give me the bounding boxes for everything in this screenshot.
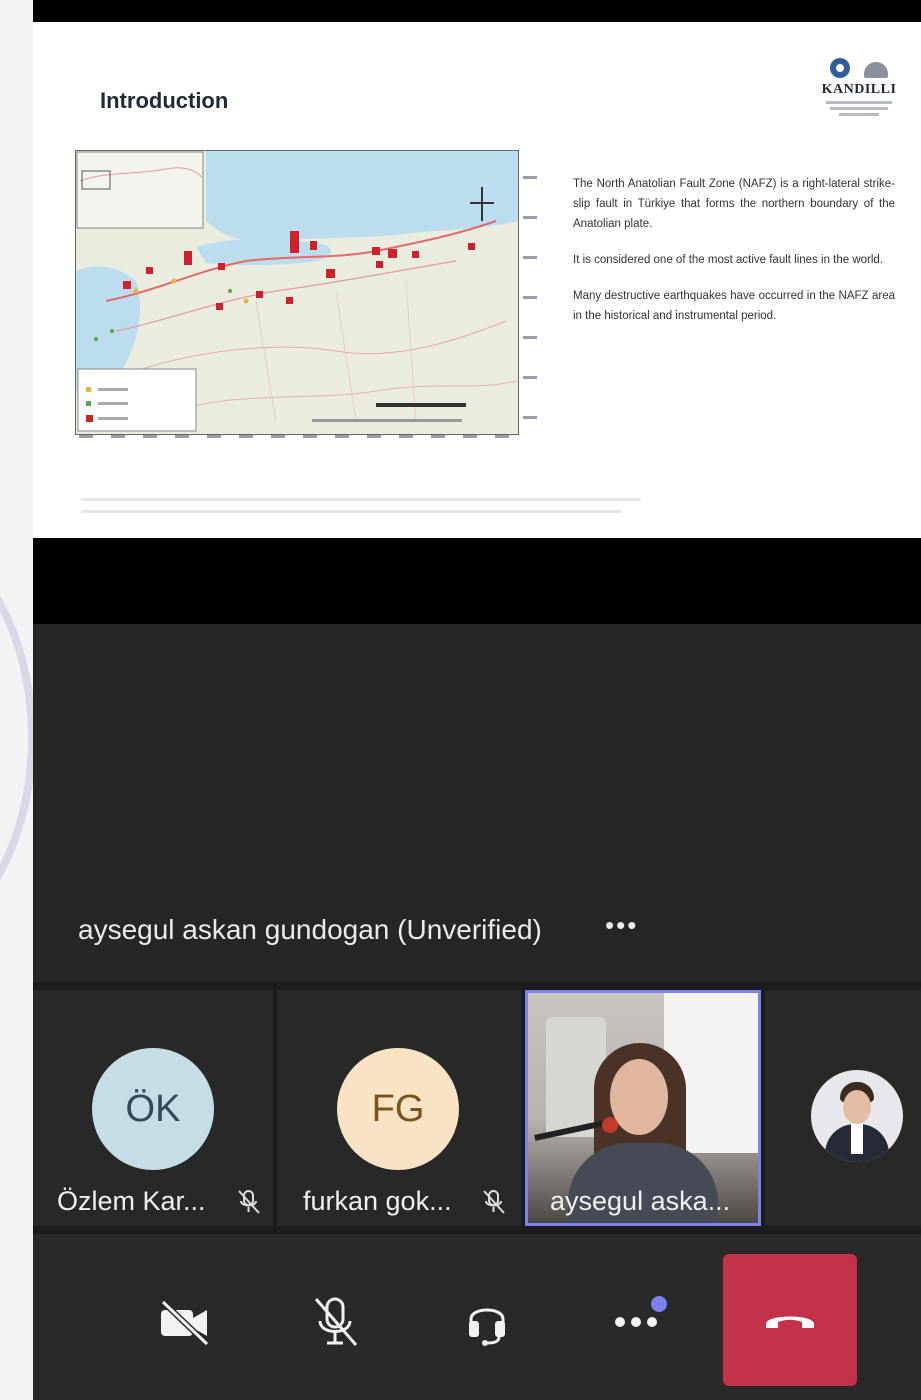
participant-name: aysegul aska... (550, 1186, 731, 1216)
logo-text: KANDILLI (821, 82, 897, 97)
logo-emblem-icon (830, 58, 850, 78)
headset-icon (469, 1308, 505, 1346)
participant-tile[interactable]: ÖK Özlem Kar... (33, 990, 273, 1226)
participant-name: Özlem Kar... (57, 1186, 206, 1216)
participant-tile[interactable]: FG furkan gok... (277, 990, 521, 1226)
slide-paragraph: The North Anatolian Fault Zone (NAFZ) is… (573, 178, 895, 230)
participant-avatar: ÖK (92, 1048, 214, 1170)
participant-name: furkan gok... (303, 1186, 452, 1216)
audio-device-button[interactable] (457, 1292, 517, 1352)
slide-paragraph: It is considered one of the most active … (573, 254, 884, 266)
shared-slide: Introduction KANDILLI The North Anatolia… (33, 22, 921, 538)
camera-off-icon (160, 1299, 210, 1346)
mic-off-icon (314, 1297, 358, 1346)
map-longitude-ticks (79, 435, 519, 443)
participant-avatar: FG (337, 1048, 459, 1170)
mic-muted-icon (483, 1190, 505, 1214)
hang-up-icon (766, 1316, 814, 1328)
fault-zone-map (75, 150, 519, 435)
left-margin (0, 0, 33, 1400)
map-latitude-ticks (523, 172, 549, 442)
kandilli-logo: KANDILLI (813, 58, 905, 166)
more-actions-button[interactable] (607, 1292, 667, 1352)
letterbox-band (33, 538, 921, 624)
teams-meeting-window: Introduction KANDILLI The North Anatolia… (33, 0, 921, 1400)
participant-photo (811, 1070, 903, 1162)
top-bar (33, 0, 921, 22)
call-controls (33, 1234, 921, 1400)
active-speaker-video-tile[interactable]: aysegul aska... (525, 990, 761, 1226)
presenter-name: aysegul askan gundogan (Unverified) (78, 914, 542, 945)
presenter-more-options-button[interactable]: ••• (605, 910, 638, 941)
observatory-dome-icon (864, 62, 888, 78)
notification-badge (651, 1296, 667, 1312)
participant-tile[interactable] (765, 990, 921, 1226)
background-arc (0, 520, 33, 956)
slide-title: Introduction (100, 88, 229, 113)
more-actions-icon (615, 1317, 657, 1327)
camera-toggle-button[interactable] (155, 1292, 215, 1352)
microphone-toggle-button[interactable] (305, 1292, 365, 1352)
slide-paragraph: Many destructive earthquakes have occurr… (573, 290, 895, 322)
slide-footnote (81, 492, 681, 513)
mic-muted-icon (238, 1190, 260, 1214)
slide-body-text: The North Anatolian Fault Zone (NAFZ) is… (573, 174, 895, 342)
meeting-stage: aysegul askan gundogan (Unverified) ••• (33, 624, 921, 982)
hang-up-button[interactable] (723, 1254, 857, 1386)
participant-gallery: ÖK Özlem Kar... FG furkan gok... aysegul… (33, 982, 921, 1234)
